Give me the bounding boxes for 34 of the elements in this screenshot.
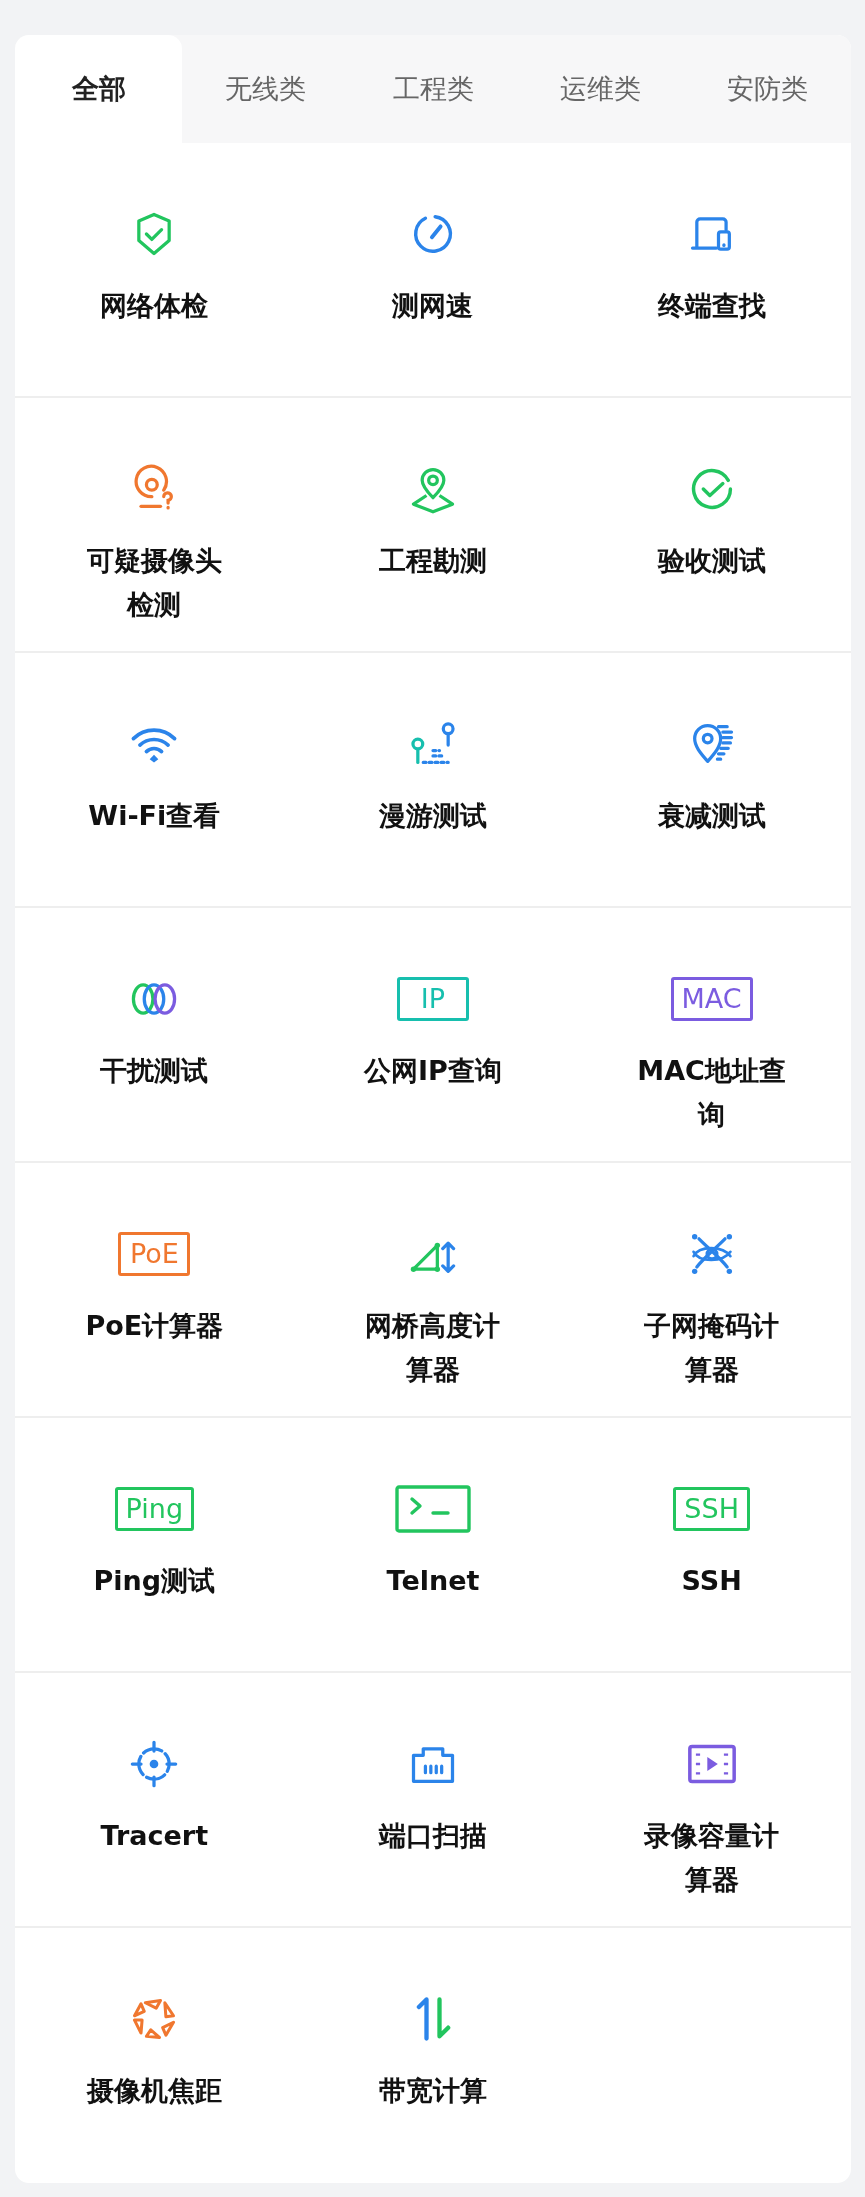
tool-label[interactable]: MAC地址查询 (631, 1049, 792, 1137)
tool-label[interactable]: 干扰测试 (100, 1049, 209, 1093)
category-tab[interactable]: 运维类 (516, 35, 684, 143)
category-tab[interactable]: 工程类 (349, 35, 517, 143)
tool-label[interactable]: 漫游测试 (379, 794, 487, 838)
category-tab[interactable]: 无线类 (182, 35, 350, 143)
tool-label[interactable]: 端口扫描 (379, 1814, 487, 1858)
tool-label[interactable]: PoE计算器 (85, 1304, 224, 1348)
tool-label[interactable]: 公网IP查询 (364, 1049, 502, 1093)
tool-label[interactable]: 验收测试 (657, 539, 766, 583)
tool-label[interactable]: 网桥高度计算器 (353, 1304, 513, 1392)
label-icon: MAC (670, 977, 753, 1021)
category-tab[interactable]: 全部 (15, 35, 183, 143)
tool-label[interactable]: 子网掩码计算器 (631, 1304, 792, 1392)
tool-label[interactable]: 摄像机焦距 (86, 2069, 222, 2113)
tool-label[interactable]: Ping测试 (93, 1559, 216, 1603)
tool-label[interactable]: SSH (681, 1559, 742, 1603)
tool-label[interactable]: 录像容量计算器 (631, 1814, 792, 1902)
tool-label[interactable]: 带宽计算 (379, 2069, 487, 2113)
label-icon: Ping (114, 1487, 195, 1531)
category-tab[interactable]: 安防类 (683, 35, 851, 143)
label-icon: SSH (673, 1487, 750, 1531)
tool-label[interactable]: Tracert (100, 1814, 209, 1858)
tool-label[interactable]: 可疑摄像头检测 (74, 539, 235, 627)
tool-label[interactable]: 测网速 (392, 284, 474, 328)
tool-label[interactable]: 衰减测试 (657, 794, 766, 838)
tool-label[interactable]: 终端查找 (657, 284, 766, 328)
terminal-icon (395, 1485, 471, 1533)
tool-label[interactable]: 网络体检 (100, 284, 209, 328)
tool-label[interactable]: Telnet (386, 1559, 480, 1603)
label-icon: IP (397, 977, 469, 1021)
label-icon: PoE (118, 1232, 191, 1276)
tool-label[interactable]: 工程勘测 (379, 539, 487, 583)
tool-label[interactable]: Wi-Fi查看 (88, 794, 221, 838)
